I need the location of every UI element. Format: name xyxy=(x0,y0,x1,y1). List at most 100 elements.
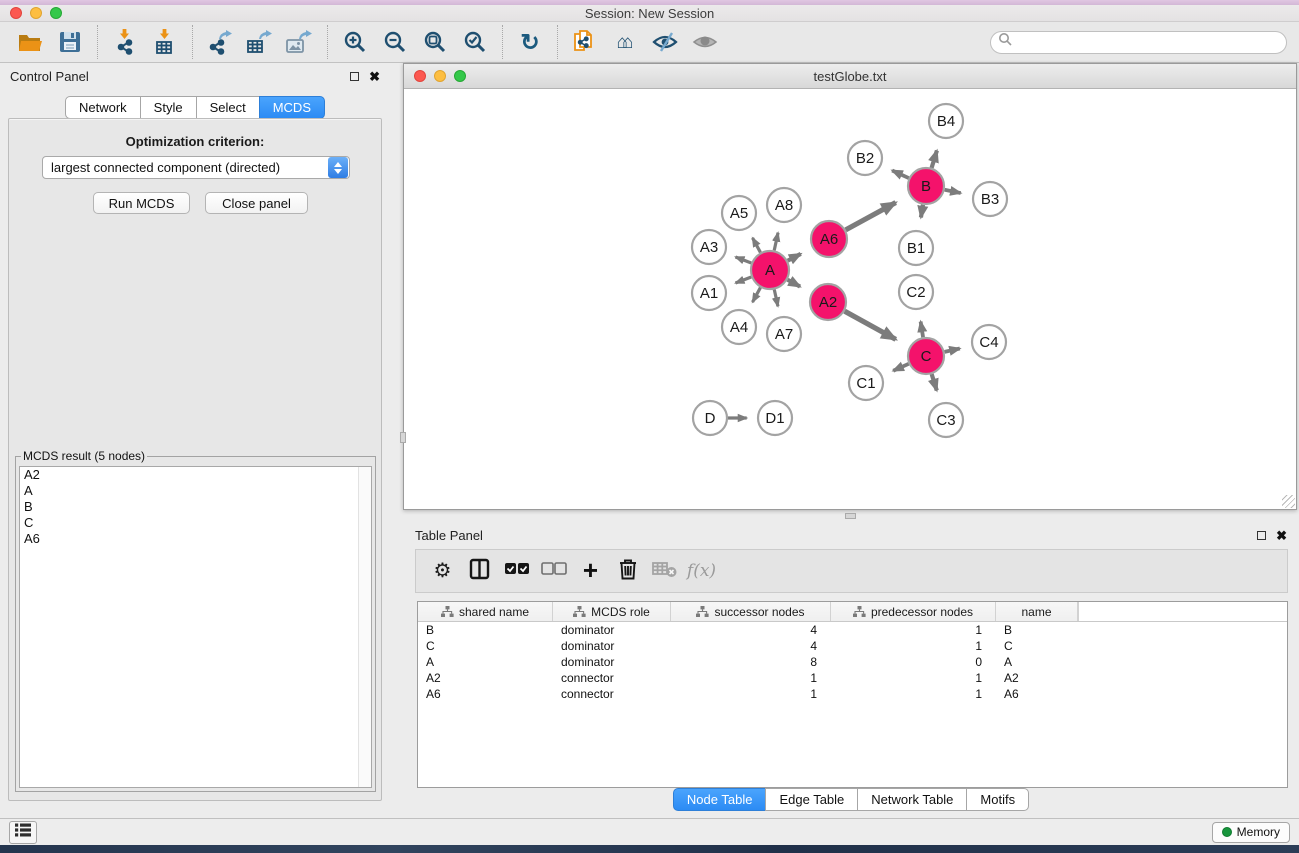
close-panel-icon[interactable]: ✖ xyxy=(1276,529,1287,542)
close-panel-button[interactable]: Close panel xyxy=(205,192,308,214)
table-row[interactable]: Adominator80A xyxy=(418,654,1287,670)
node-A[interactable]: A xyxy=(751,251,789,289)
node-C1[interactable]: C1 xyxy=(849,366,883,400)
toolbar-search[interactable] xyxy=(990,31,1287,54)
node-C3[interactable]: C3 xyxy=(929,403,963,437)
edge-A-A6[interactable] xyxy=(788,254,801,261)
edge-B-B4[interactable] xyxy=(932,151,937,168)
edge-C-C3[interactable] xyxy=(932,374,937,390)
tab-mcds[interactable]: MCDS xyxy=(259,96,325,119)
zoom-in-button[interactable] xyxy=(335,26,375,58)
mcds-result-item[interactable]: A6 xyxy=(20,531,371,547)
run-mcds-button[interactable]: Run MCDS xyxy=(93,192,190,214)
mcds-result-item[interactable]: B xyxy=(20,499,371,515)
table-row[interactable]: A6connector11A6 xyxy=(418,686,1287,702)
criterion-dropdown[interactable]: largest connected component (directed) xyxy=(42,156,350,179)
table-row[interactable]: Cdominator41C xyxy=(418,638,1287,654)
node-B[interactable]: B xyxy=(908,168,944,204)
column-header-MCDS-role[interactable]: MCDS role xyxy=(553,602,671,621)
node-D1[interactable]: D1 xyxy=(758,401,792,435)
column-header-shared-name[interactable]: shared name xyxy=(418,602,553,621)
network-canvas[interactable]: B4 B2 B B3 A5 A8 A6 A3 B1 A A1 C2 A2 A4 A7 C4 C C1 D D1 C3 xyxy=(404,89,1296,509)
splitter-grip[interactable] xyxy=(845,513,856,519)
node-C[interactable]: C xyxy=(908,338,944,374)
edge-A2-C[interactable] xyxy=(845,311,896,339)
edge-A-A3[interactable] xyxy=(735,257,751,263)
select-all-button[interactable] xyxy=(498,553,535,589)
tab-edge-table[interactable]: Edge Table xyxy=(765,788,858,811)
resize-grip-icon[interactable] xyxy=(1282,495,1295,508)
tab-style[interactable]: Style xyxy=(140,96,197,119)
node-A8[interactable]: A8 xyxy=(767,188,801,222)
node-B4[interactable]: B4 xyxy=(929,104,963,138)
column-header-predecessor-nodes[interactable]: predecessor nodes xyxy=(831,602,996,621)
mcds-result-item[interactable]: A2 xyxy=(20,467,371,483)
float-panel-icon[interactable] xyxy=(1257,531,1266,540)
column-header-name[interactable]: name xyxy=(996,602,1078,621)
float-panel-icon[interactable] xyxy=(350,72,359,81)
open-folder-button[interactable] xyxy=(10,26,50,58)
zoom-selected-button[interactable] xyxy=(455,26,495,58)
task-history-button[interactable] xyxy=(9,821,37,844)
node-B1[interactable]: B1 xyxy=(899,231,933,265)
edge-A6-B[interactable] xyxy=(846,203,896,230)
zoom-fit-button[interactable] xyxy=(415,26,455,58)
edge-B-B2[interactable] xyxy=(892,170,909,178)
home-pair-button[interactable]: ⌂⌂ xyxy=(605,26,645,58)
export-table-button[interactable] xyxy=(240,26,280,58)
mcds-list-scrollbar[interactable] xyxy=(358,467,371,787)
tab-network[interactable]: Network xyxy=(65,96,141,119)
node-A2[interactable]: A2 xyxy=(810,284,846,320)
deselect-all-button[interactable] xyxy=(535,553,572,589)
edge-A-A7[interactable] xyxy=(774,290,778,307)
edge-C-C1[interactable] xyxy=(893,364,908,371)
edge-B-B1[interactable] xyxy=(921,205,923,218)
import-network-button[interactable] xyxy=(105,26,145,58)
node-B3[interactable]: B3 xyxy=(973,182,1007,216)
close-panel-icon[interactable]: ✖ xyxy=(369,70,380,83)
edge-C-C4[interactable] xyxy=(945,348,960,351)
add-button[interactable]: + xyxy=(572,553,609,589)
node-A1[interactable]: A1 xyxy=(692,276,726,310)
column-header-successor-nodes[interactable]: successor nodes xyxy=(671,602,831,621)
import-table-button[interactable] xyxy=(145,26,185,58)
node-C4[interactable]: C4 xyxy=(972,325,1006,359)
edge-A-A5[interactable] xyxy=(753,238,761,253)
node-C2[interactable]: C2 xyxy=(899,275,933,309)
trash-button[interactable] xyxy=(609,553,646,589)
gear-button[interactable]: ⚙ xyxy=(424,553,461,589)
memory-button[interactable]: Memory xyxy=(1212,822,1290,843)
refresh-button[interactable]: ↻ xyxy=(510,26,550,58)
edge-A-A2[interactable] xyxy=(788,280,801,287)
mcds-result-item[interactable]: A xyxy=(20,483,371,499)
mcds-result-list[interactable]: A2ABCA6 xyxy=(19,466,372,788)
mcds-result-item[interactable]: C xyxy=(20,515,371,531)
table-row[interactable]: Bdominator41B xyxy=(418,622,1287,638)
node-A3[interactable]: A3 xyxy=(692,230,726,264)
node-A5[interactable]: A5 xyxy=(722,196,756,230)
tab-node-table[interactable]: Node Table xyxy=(673,788,767,811)
tab-select[interactable]: Select xyxy=(196,96,260,119)
splitter-grip[interactable] xyxy=(400,432,406,443)
node-B2[interactable]: B2 xyxy=(848,141,882,175)
edge-B-B3[interactable] xyxy=(945,190,961,193)
node-A6[interactable]: A6 xyxy=(811,221,847,257)
network-window-titlebar[interactable]: testGlobe.txt xyxy=(404,64,1296,89)
table-row[interactable]: A2connector11A2 xyxy=(418,670,1287,686)
edge-C-C2[interactable] xyxy=(921,322,923,338)
edge-A-A1[interactable] xyxy=(735,277,751,283)
tab-motifs[interactable]: Motifs xyxy=(966,788,1029,811)
edge-A-A8[interactable] xyxy=(774,233,778,251)
export-image-button[interactable] xyxy=(280,26,320,58)
columns-button[interactable] xyxy=(461,553,498,589)
node-D[interactable]: D xyxy=(693,401,727,435)
tab-network-table[interactable]: Network Table xyxy=(857,788,967,811)
export-network-button[interactable] xyxy=(200,26,240,58)
node-A4[interactable]: A4 xyxy=(722,310,756,344)
edge-A-A4[interactable] xyxy=(753,288,761,303)
node-A7[interactable]: A7 xyxy=(767,317,801,351)
search-input[interactable] xyxy=(1013,34,1286,50)
show-eye-button[interactable] xyxy=(685,26,725,58)
zoom-out-button[interactable] xyxy=(375,26,415,58)
hide-eye-button[interactable] xyxy=(645,26,685,58)
